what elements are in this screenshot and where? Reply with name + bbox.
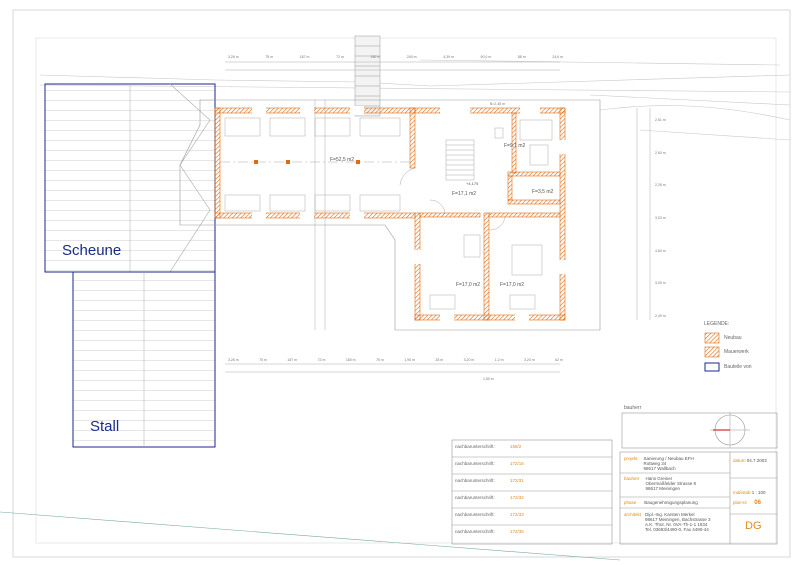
bottom-dimension-row: 3,26 m 75 m 187 m 72 m 180 m 75 m 1,95 m… — [228, 358, 563, 362]
projekt-label: projekt — [624, 456, 638, 461]
dim-text: 28 m — [435, 358, 444, 362]
signature-row: nachbarunterschrift: 172/33 — [455, 512, 524, 517]
dim-text: 62 m — [555, 358, 563, 362]
right-dimension-column: 2,51 m 2,60 m 2,28 m 3,03 m 4,84 m 3,00 … — [655, 118, 666, 318]
signature-row: nachbarunterschrift: 172/31 — [455, 478, 524, 483]
dim-text: 88 m — [517, 55, 526, 59]
room-area-right: F=17,0 m2 — [500, 282, 525, 288]
dim-text: 3,20 m — [524, 358, 535, 362]
title-plan-nr: plan-nr 06 — [733, 500, 761, 506]
dim-text: 1,2 m — [494, 358, 504, 362]
dim-text: 4,39 m — [443, 55, 454, 59]
room-area-left: F=17,0 m2 — [456, 282, 481, 288]
bauherr-lines: Hans Greiner Obermaßfelder Strasse 8 98617… — [645, 476, 697, 491]
scheune-label: Scheune — [62, 242, 122, 259]
dim-text: 72 m — [336, 55, 344, 59]
dim-text: 3,26 m — [228, 358, 239, 362]
dim-text: 1,95 m — [404, 358, 415, 362]
signature-row: nachbarunterschrift: 158/2 — [455, 444, 522, 449]
dim-text: 3,26 m — [228, 55, 239, 59]
room-area-hall: F=52,5 m2 — [330, 157, 355, 163]
title-projekt: projekt Sanierung / Neubau EFH Rottweg 34… — [624, 456, 694, 471]
dim-text: 187 m — [287, 358, 298, 362]
dim-text: 240 m — [406, 55, 417, 59]
house-walls — [214, 107, 566, 321]
entry-stair — [354, 35, 381, 117]
level-marker: +4,175 — [466, 181, 479, 186]
dim-text: 72 m — [317, 358, 326, 362]
bauherr-stamp-box — [621, 412, 778, 449]
bauherr-label: bauherr — [624, 476, 640, 481]
stall-label: Stall — [90, 418, 120, 435]
title-bauherr: bauherr Hans Greiner Obermaßfelder Strass… — [624, 476, 696, 491]
legend-label-mauerwerk: Mauerwerk — [724, 349, 749, 355]
phase-value: Baugenehmigungsplanung — [644, 500, 698, 505]
bauherr-box-label: bauherr — [624, 405, 642, 411]
dim-text: 75 m — [259, 358, 267, 362]
architekt-lines: Dipl.-Ing. Karsten Merkel 98617 Meiningen… — [645, 512, 711, 532]
signature-row: nachbarunterschrift: 172/16 — [455, 461, 524, 466]
legend-swatches — [704, 332, 720, 372]
room-area-wc: F=3,5 m2 — [532, 189, 554, 195]
dim-text: 187 m — [299, 55, 310, 59]
phase-label: phase — [624, 500, 637, 505]
total-width-dim: 1,50 m — [483, 377, 494, 381]
legend-title: LEGENDE: — [704, 321, 730, 327]
title-datum: datum 04.7.2003 — [733, 458, 767, 463]
dim-text: 3,20 m — [463, 358, 475, 362]
dim-text: 4,84 m — [655, 248, 666, 253]
sheet-code: DG — [745, 520, 762, 532]
signature-rows: nachbarunterschrift: 158/2 nachbarunters… — [455, 444, 605, 546]
dim-text: 3,03 m — [655, 215, 666, 220]
title-massstab: maßstab 1 : 100 — [733, 490, 766, 495]
top-note-dim: B=2,45 m — [490, 102, 506, 106]
projekt-lines: Sanierung / Neubau EFH Rottweg 34 98617 Wa… — [643, 456, 694, 471]
legend-label-neubau: Neubau — [724, 335, 742, 341]
dim-text: 180 m — [370, 55, 381, 59]
title-architekt: architekt Dipl.-Ing. Karsten Merkel 98617… — [624, 512, 711, 532]
architekt-label: architekt — [624, 512, 642, 517]
dim-text: 24,6 m — [552, 55, 563, 59]
dim-text: 75 m — [265, 55, 274, 59]
dim-text: 2,28 m — [655, 183, 666, 188]
dim-text: 2,49 m — [655, 313, 666, 318]
signature-row: nachbarunterschrift: 172/35 — [455, 529, 524, 534]
dim-text: 180 m — [345, 358, 356, 362]
dim-text: 3,00 m — [655, 281, 666, 286]
legend-label-bauteile: Bauteile von — [724, 364, 752, 370]
dim-text: 2,51 m — [655, 118, 666, 122]
dim-text: 90,0 m — [480, 55, 492, 59]
signature-row: nachbarunterschrift: 172/32 — [455, 495, 524, 500]
dim-text: 75 m — [376, 358, 384, 362]
dim-text: 2,60 m — [655, 150, 666, 155]
title-phase: phase Baugenehmigungsplanung — [624, 500, 698, 505]
room-area-stair: F=17,1 m2 — [452, 191, 477, 197]
top-dimension-row: 3,26 m 75 m 187 m 72 m 180 m 240 m 4,39 … — [228, 55, 563, 59]
room-area-bath: F=9,1 m2 — [504, 143, 526, 149]
